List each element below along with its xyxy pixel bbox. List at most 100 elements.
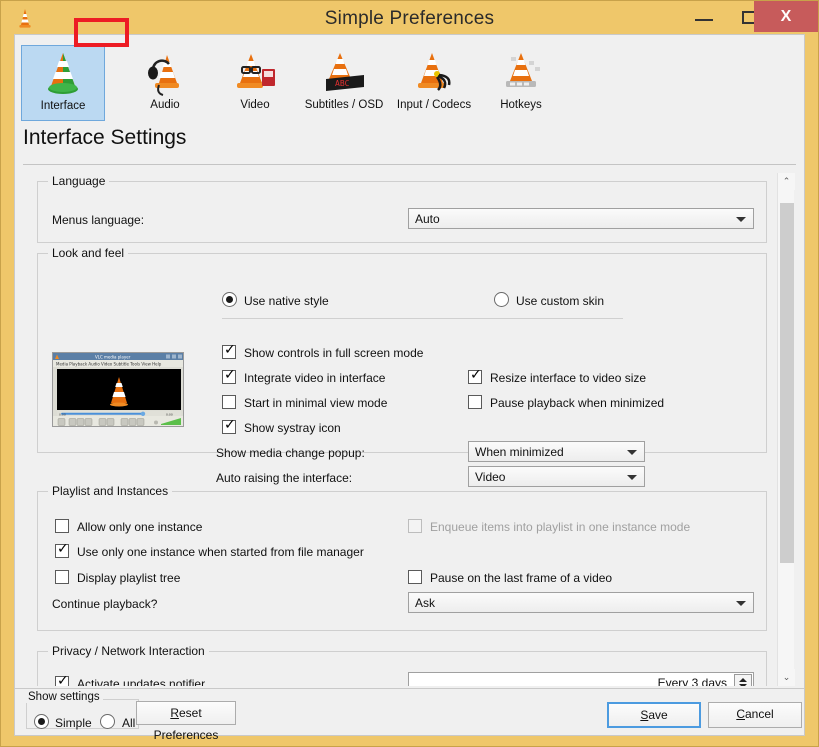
- vlc-cone-headphones-icon: [139, 49, 191, 97]
- chevron-down-icon: [627, 450, 637, 455]
- check-icon: ✓: [224, 343, 236, 357]
- menus-language-combo[interactable]: Auto: [408, 208, 754, 229]
- tab-interface[interactable]: Interface: [21, 45, 105, 121]
- radio-use-native-style[interactable]: [222, 292, 237, 307]
- auto-raise-label: Auto raising the interface:: [216, 471, 352, 485]
- checkbox-integrate-video[interactable]: ✓: [222, 370, 236, 384]
- group-language: Language Menus language: Auto: [37, 181, 767, 243]
- checkbox-pause-when-minimized[interactable]: [468, 395, 482, 409]
- checkbox-start-minimal-view-label: Start in minimal view mode: [244, 396, 387, 410]
- chevron-down-icon: [736, 601, 746, 606]
- tab-audio[interactable]: Audio: [123, 45, 207, 121]
- tab-input-codecs[interactable]: Input / Codecs: [378, 45, 490, 121]
- scrollbar-thumb[interactable]: [780, 203, 794, 563]
- radio-show-settings-all-label: All: [122, 716, 135, 730]
- tab-video-label: Video: [213, 99, 297, 111]
- vlc-cone-keyboard-icon: [495, 49, 547, 97]
- group-playlist-instances: Playlist and Instances Allow only one in…: [37, 491, 767, 631]
- check-icon: ✓: [224, 418, 236, 432]
- spinner-up-icon[interactable]: [739, 678, 747, 682]
- check-icon: ✓: [57, 542, 69, 556]
- checkbox-activate-updates-notifier-label: Activate updates notifier: [77, 677, 205, 686]
- checkbox-pause-last-frame-label: Pause on the last frame of a video: [430, 571, 612, 585]
- group-playlist-legend: Playlist and Instances: [48, 484, 172, 498]
- minimize-button[interactable]: [682, 1, 728, 32]
- client-area: Interface Audio: [14, 34, 805, 689]
- reset-preferences-button[interactable]: Reset Preferences: [136, 701, 236, 725]
- vlc-cone-subtitle-board-icon: ABC: [318, 49, 370, 97]
- scroll-down-arrow-icon[interactable]: ⌄: [778, 669, 795, 686]
- checkbox-start-minimal-view[interactable]: [222, 395, 236, 409]
- checkbox-show-systray-icon-label: Show systray icon: [244, 421, 341, 435]
- radio-dot: [38, 718, 45, 725]
- svg-text:0:00: 0:00: [166, 412, 173, 416]
- radio-show-settings-simple[interactable]: [34, 714, 49, 729]
- vlc-cone-interface-icon: [37, 50, 89, 98]
- svg-text:ABC: ABC: [335, 79, 350, 88]
- group-privacy-legend: Privacy / Network Interaction: [48, 644, 209, 658]
- checkbox-resize-interface[interactable]: ✓: [468, 370, 482, 384]
- updates-interval-value: Every 3 days: [658, 676, 727, 686]
- radio-show-settings-all[interactable]: [100, 714, 115, 729]
- svg-text:VLC media player: VLC media player: [95, 355, 131, 360]
- save-button[interactable]: Save: [607, 702, 701, 728]
- group-look-and-feel: Look and feel Use native style Use custo…: [37, 253, 767, 453]
- vlc-player-window-thumbnail: VLC media player Media Playback Audio Vi…: [52, 352, 184, 427]
- menus-language-label: Menus language:: [52, 213, 144, 227]
- check-icon: ✓: [470, 368, 482, 382]
- checkbox-enqueue-one-instance: [408, 519, 422, 533]
- group-look-and-feel-legend: Look and feel: [48, 246, 128, 260]
- tab-input-codecs-label: Input / Codecs: [378, 99, 490, 111]
- updates-interval-spinbox[interactable]: Every 3 days: [408, 672, 754, 686]
- chevron-down-icon: [736, 217, 746, 222]
- look-and-feel-divider: [222, 318, 623, 319]
- check-icon: ✓: [57, 674, 69, 686]
- group-privacy-network: Privacy / Network Interaction ✓ Activate…: [37, 651, 767, 686]
- group-language-legend: Language: [48, 174, 109, 188]
- continue-playback-combo[interactable]: Ask: [408, 592, 754, 613]
- radio-dot: [226, 296, 233, 303]
- svg-text:Media Playback Audio Video Sub: Media Playback Audio Video Subtitle Tool…: [56, 362, 162, 367]
- media-popup-combo[interactable]: When minimized: [468, 441, 645, 462]
- auto-raise-combo[interactable]: Video: [468, 466, 645, 487]
- tab-interface-label: Interface: [22, 100, 104, 112]
- simple-preferences-window: Simple Preferences X Interfa: [0, 0, 819, 747]
- checkbox-one-instance-file-manager-label: Use only one instance when started from …: [77, 545, 364, 559]
- checkbox-allow-one-instance[interactable]: [55, 519, 69, 533]
- continue-playback-value: Ask: [415, 596, 435, 610]
- checkbox-pause-when-minimized-label: Pause playback when minimized: [490, 396, 664, 410]
- checkbox-resize-interface-label: Resize interface to video size: [490, 371, 646, 385]
- checkbox-show-systray-icon[interactable]: ✓: [222, 420, 236, 434]
- tab-hotkeys-label: Hotkeys: [476, 99, 566, 111]
- tab-audio-label: Audio: [123, 99, 207, 111]
- chevron-down-icon: [627, 475, 637, 480]
- checkbox-show-controls-fullscreen[interactable]: ✓: [222, 345, 236, 359]
- settings-scrollbar[interactable]: ⌃ ⌄: [777, 173, 794, 686]
- minimize-icon: [695, 19, 713, 21]
- title-divider: [23, 164, 796, 165]
- show-settings-legend: Show settings: [25, 691, 103, 703]
- tab-hotkeys[interactable]: Hotkeys: [476, 45, 566, 121]
- spinner-down-icon[interactable]: [739, 684, 747, 686]
- highlight-annotation-all-radio: [74, 18, 129, 47]
- menus-language-value: Auto: [415, 212, 440, 226]
- checkbox-one-instance-file-manager[interactable]: ✓: [55, 544, 69, 558]
- radio-show-settings-simple-label: Simple: [55, 716, 92, 730]
- media-popup-label: Show media change popup:: [216, 446, 365, 460]
- reset-preferences-label: Reset Preferences: [137, 702, 235, 746]
- checkbox-display-playlist-tree[interactable]: [55, 570, 69, 584]
- spinner-buttons[interactable]: [734, 674, 752, 686]
- close-button[interactable]: X: [754, 1, 818, 32]
- checkbox-activate-updates-notifier[interactable]: ✓: [55, 676, 69, 686]
- checkbox-enqueue-one-instance-label: Enqueue items into playlist in one insta…: [430, 520, 690, 534]
- checkbox-pause-last-frame[interactable]: [408, 570, 422, 584]
- scroll-up-arrow-icon[interactable]: ⌃: [778, 173, 795, 190]
- preferences-tabstrip: Interface Audio: [15, 35, 804, 123]
- check-icon: ✓: [224, 368, 236, 382]
- vlc-cone-glasses-film-icon: [229, 49, 281, 97]
- radio-use-custom-skin[interactable]: [494, 292, 509, 307]
- vlc-cone-cables-icon: [408, 49, 460, 97]
- cancel-button[interactable]: Cancel: [708, 702, 802, 728]
- media-popup-value: When minimized: [475, 445, 564, 459]
- tab-video[interactable]: Video: [213, 45, 297, 121]
